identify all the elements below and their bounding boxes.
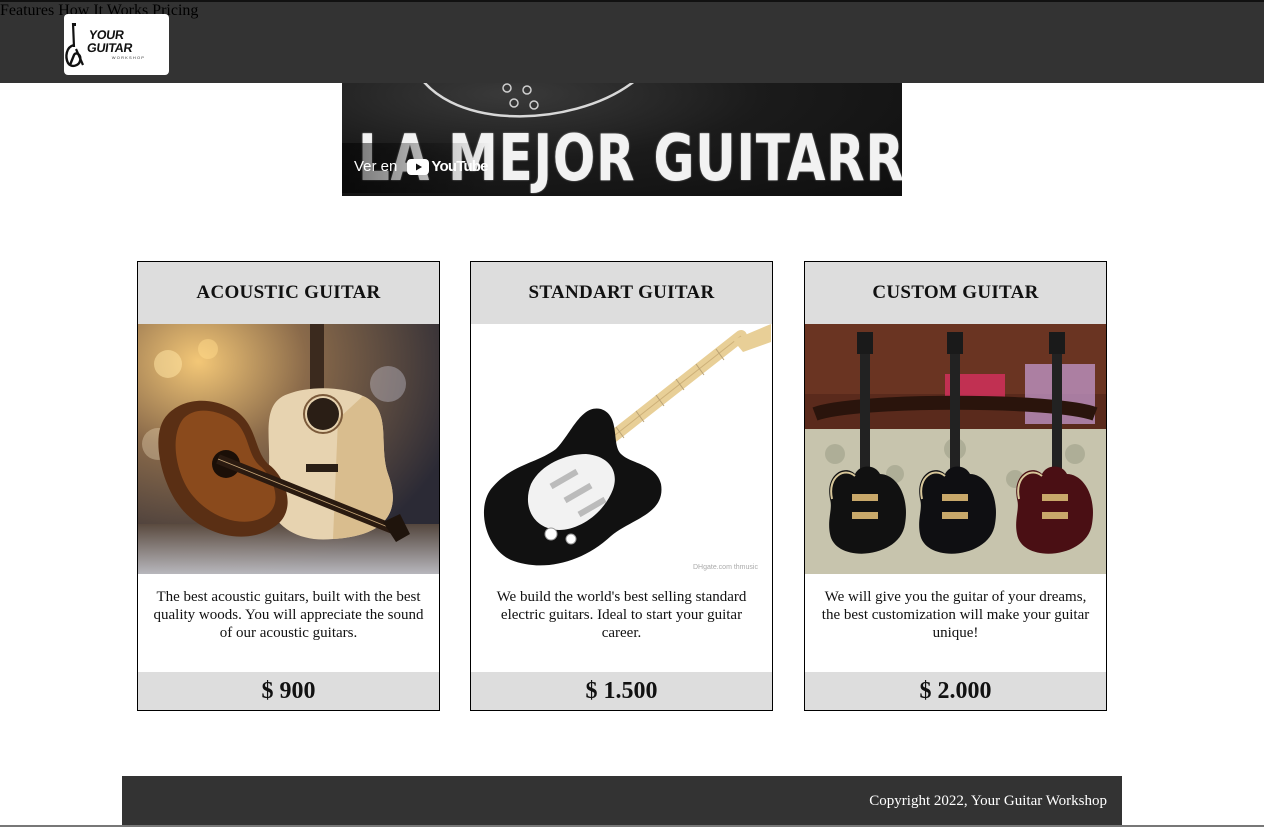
site-logo[interactable]: YOUR GUITAR WORKSHOP	[64, 14, 169, 75]
pricing-card-standart: STANDART GUITAR DHgate.com thmusic We bu…	[470, 261, 773, 711]
card-description: The best acoustic guitars, built with th…	[153, 589, 424, 641]
pricing-card-custom: CUSTOM GUITAR We will give you the guita…	[804, 261, 1107, 711]
custom-guitars-image	[805, 324, 1106, 574]
youtube-video-embed[interactable]: LA MEJOR GUITARRA Ver en YouTube	[342, 83, 902, 196]
card-description: We build the world's best selling standa…	[496, 589, 747, 641]
logo-text: YOUR GUITAR	[86, 28, 134, 55]
page-footer: Copyright 2022, Your Guitar Workshop	[122, 776, 1122, 827]
card-price: $ 2.000	[805, 672, 1106, 710]
acoustic-guitars-image	[138, 324, 439, 574]
watch-on-youtube-link[interactable]: Ver en YouTube	[354, 158, 489, 175]
guitar-logo-icon	[64, 21, 86, 69]
pricing-card-acoustic: ACOUSTIC GUITAR The best acoustic guitar…	[137, 261, 440, 711]
logo-subtext: WORKSHOP	[111, 55, 146, 60]
card-description: We will give you the guitar of your drea…	[821, 589, 1090, 641]
card-title: ACOUSTIC GUITAR	[138, 262, 439, 324]
youtube-wordmark: YouTube	[431, 158, 488, 175]
watch-on-label: Ver en	[354, 158, 398, 175]
youtube-play-icon	[407, 158, 430, 175]
guitar-body-graphic	[423, 83, 634, 118]
top-navbar: YOUR GUITAR WORKSHOP Features How It Wor…	[0, 0, 1264, 83]
copyright-text: Copyright 2022, Your Guitar Workshop	[869, 793, 1107, 809]
card-price: $ 1.500	[471, 672, 772, 710]
card-title: CUSTOM GUITAR	[805, 262, 1106, 324]
svg-text:DHgate.com thmusic: DHgate.com thmusic	[693, 564, 758, 571]
card-title: STANDART GUITAR	[471, 262, 772, 324]
card-price: $ 900	[138, 672, 439, 710]
nav-link-features[interactable]: Features	[0, 2, 54, 19]
electric-guitar-image: DHgate.com thmusic	[471, 324, 772, 574]
youtube-logo: YouTube	[407, 158, 489, 175]
